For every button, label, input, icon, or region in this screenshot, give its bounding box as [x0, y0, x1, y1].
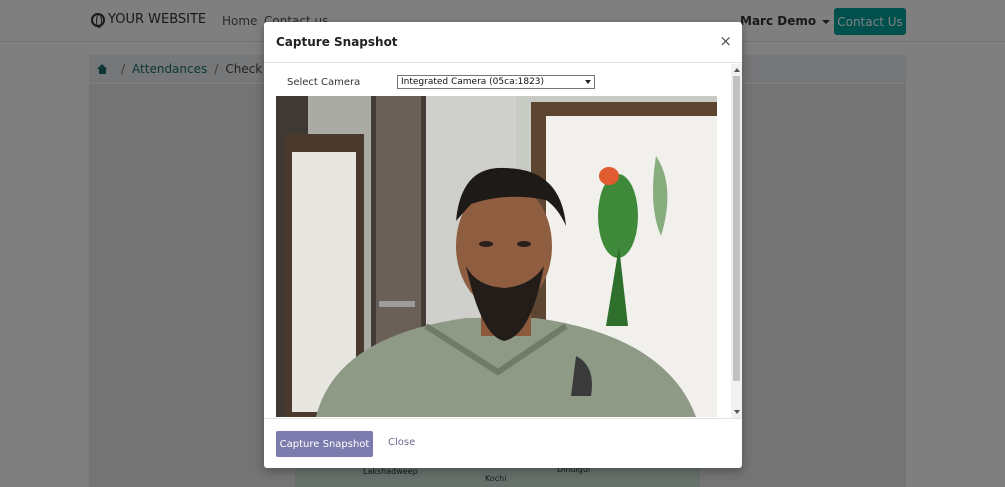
modal-title: Capture Snapshot — [276, 35, 398, 49]
camera-select[interactable]: Integrated Camera (05ca:1823) — [397, 75, 595, 89]
scrollbar-thumb[interactable] — [733, 76, 740, 381]
capture-snapshot-button[interactable]: Capture Snapshot — [276, 431, 373, 457]
close-button[interactable]: Close — [388, 437, 415, 448]
close-icon[interactable]: × — [719, 32, 732, 50]
camera-select-row: Select Camera Integrated Camera (05ca:18… — [287, 74, 707, 90]
modal-header: Capture Snapshot × — [264, 22, 742, 63]
scroll-down-icon[interactable] — [734, 410, 740, 414]
camera-feed — [276, 96, 717, 417]
camera-feed-image — [276, 96, 717, 417]
modal-body: Select Camera Integrated Camera (05ca:18… — [276, 64, 742, 418]
chevron-down-icon — [585, 80, 591, 84]
modal-scrollbar[interactable] — [731, 64, 742, 418]
modal-footer: Capture Snapshot Close — [264, 418, 742, 468]
scroll-up-icon[interactable] — [734, 68, 740, 72]
camera-select-label: Select Camera — [287, 76, 361, 88]
capture-snapshot-dialog: Capture Snapshot × Select Camera Integra… — [264, 22, 742, 468]
camera-select-value: Integrated Camera (05ca:1823) — [401, 77, 545, 87]
